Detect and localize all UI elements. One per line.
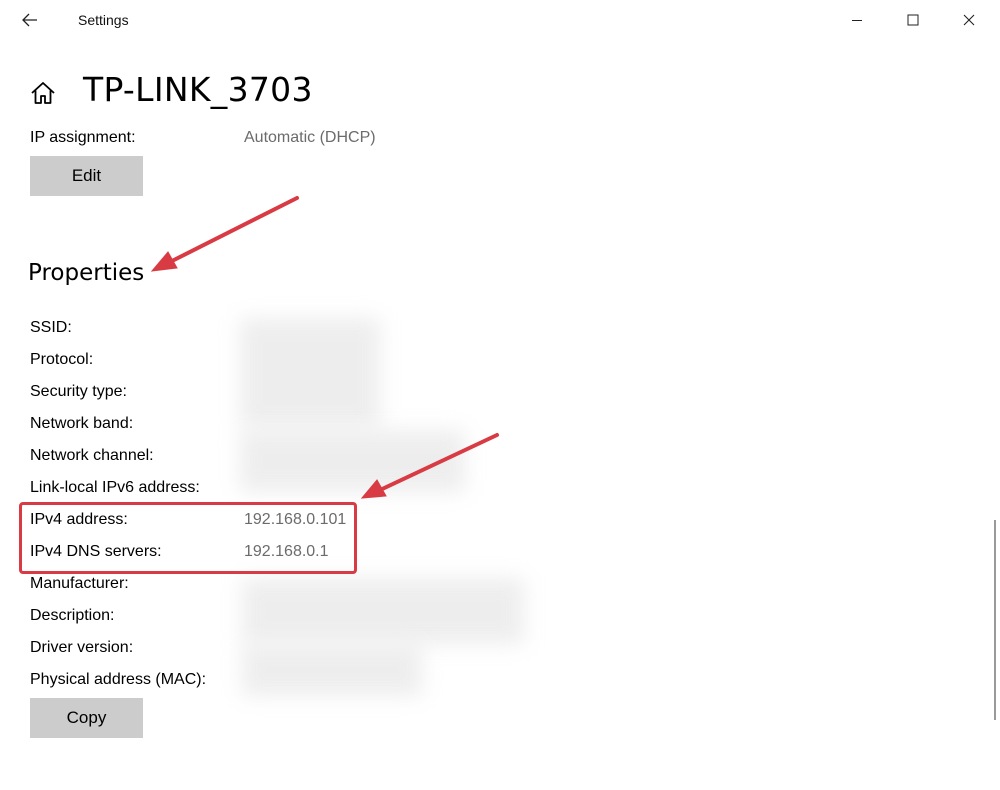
property-label: Manufacturer: — [30, 575, 129, 592]
redacted-values — [242, 578, 524, 644]
property-label: Description: — [30, 607, 115, 624]
property-label: Physical address (MAC): — [30, 671, 207, 688]
redacted-values — [242, 644, 422, 696]
minimize-icon — [852, 20, 862, 21]
back-arrow-icon — [22, 13, 37, 27]
ip-assignment-value: Automatic (DHCP) — [244, 129, 376, 146]
home-icon — [31, 82, 55, 104]
back-button[interactable] — [14, 6, 46, 34]
maximize-icon — [907, 14, 919, 26]
property-label: SSID: — [30, 319, 72, 336]
property-label: Protocol: — [30, 351, 94, 368]
close-button[interactable] — [946, 0, 992, 40]
property-label: Security type: — [30, 383, 127, 400]
redacted-values — [240, 430, 465, 492]
property-label: Link-local IPv6 address: — [30, 479, 200, 496]
properties-heading: Properties — [28, 260, 145, 286]
redacted-values — [240, 318, 380, 428]
app-title: Settings — [78, 12, 129, 28]
title-bar: Settings — [0, 0, 1000, 40]
property-label: Network channel: — [30, 447, 154, 464]
property-label: Driver version: — [30, 639, 134, 656]
ip-assignment-label: IP assignment: — [30, 129, 136, 146]
scrollbar[interactable] — [994, 520, 996, 720]
minimize-button[interactable] — [834, 0, 880, 40]
edit-button[interactable]: Edit — [30, 156, 143, 196]
page-title: TP-LINK_3703 — [83, 70, 313, 109]
maximize-button[interactable] — [890, 0, 936, 40]
copy-button[interactable]: Copy — [30, 698, 143, 738]
ipv4-highlight-box — [19, 502, 357, 574]
property-label: Network band: — [30, 415, 134, 432]
close-icon — [963, 14, 975, 26]
properties-arrow — [150, 196, 299, 272]
